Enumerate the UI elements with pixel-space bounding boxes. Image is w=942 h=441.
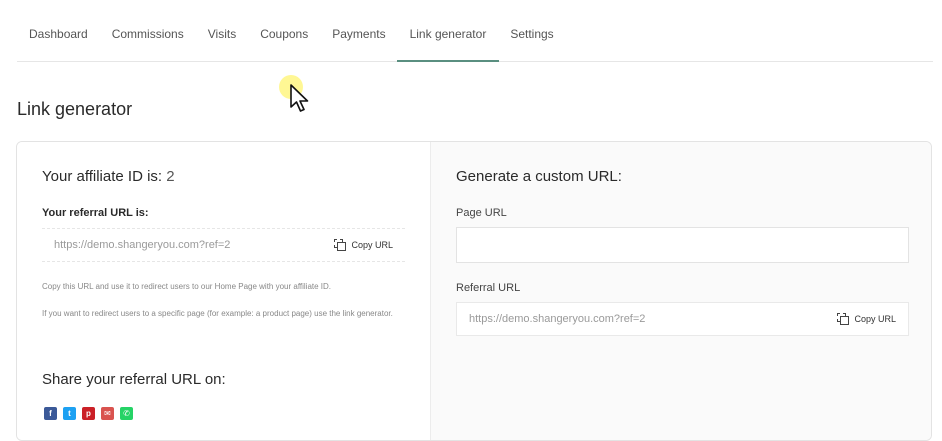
- page-url-label: Page URL: [456, 207, 507, 219]
- custom-copy-url-button[interactable]: Copy URL: [837, 313, 896, 325]
- referral-url-box: https://demo.shangeryou.com?ref=2 Copy U…: [42, 228, 405, 262]
- page-title: Link generator: [17, 99, 133, 119]
- tab-settings[interactable]: Settings: [510, 27, 553, 61]
- pinterest-icon[interactable]: p: [82, 407, 95, 420]
- whatsapp-icon[interactable]: ✆: [120, 407, 133, 420]
- affiliate-id-heading: Your affiliate ID is: 2: [42, 168, 175, 185]
- mouse-pointer-icon: [290, 84, 309, 112]
- share-heading: Share your referral URL on:: [42, 371, 226, 388]
- tab-dashboard[interactable]: Dashboard: [29, 27, 88, 61]
- tab-commissions[interactable]: Commissions: [112, 27, 184, 61]
- custom-url-heading: Generate a custom URL:: [456, 168, 622, 185]
- referral-url-label: Your referral URL is:: [42, 207, 149, 219]
- custom-referral-url-text: https://demo.shangeryou.com?ref=2: [469, 313, 646, 325]
- tab-visits[interactable]: Visits: [208, 27, 236, 61]
- affiliate-id-value: 2: [166, 168, 175, 185]
- referral-url-field-label: Referral URL: [456, 282, 521, 294]
- custom-referral-url-box: https://demo.shangeryou.com?ref=2 Copy U…: [456, 302, 909, 336]
- tab-payments[interactable]: Payments: [332, 27, 385, 61]
- affiliate-info-panel: Your affiliate ID is: 2 Your referral UR…: [17, 142, 431, 440]
- tab-link-generator[interactable]: Link generator: [396, 27, 499, 62]
- copy-icon: [334, 239, 347, 251]
- twitter-icon[interactable]: t: [63, 407, 76, 420]
- facebook-icon[interactable]: f: [44, 407, 57, 420]
- referral-url-text: https://demo.shangeryou.com?ref=2: [54, 239, 231, 251]
- share-icons: f t p ✉ ✆: [44, 407, 133, 420]
- referral-note-home: Copy this URL and use it to redirect use…: [42, 282, 332, 291]
- copy-icon: [837, 313, 850, 325]
- copy-url-button[interactable]: Copy URL: [334, 239, 393, 251]
- copy-url-label: Copy URL: [351, 240, 393, 250]
- custom-url-panel: Generate a custom URL: Page URL Referral…: [431, 142, 931, 440]
- link-generator-card: Your affiliate ID is: 2 Your referral UR…: [16, 141, 932, 441]
- nav-tabs: Dashboard Commissions Visits Coupons Pay…: [17, 0, 933, 62]
- page-url-input[interactable]: [456, 227, 909, 263]
- email-icon[interactable]: ✉: [101, 407, 114, 420]
- copy-url-label: Copy URL: [854, 314, 896, 324]
- referral-note-generator: If you want to redirect users to a speci…: [42, 309, 393, 318]
- tab-coupons[interactable]: Coupons: [260, 27, 308, 61]
- affiliate-id-label: Your affiliate ID is:: [42, 168, 163, 185]
